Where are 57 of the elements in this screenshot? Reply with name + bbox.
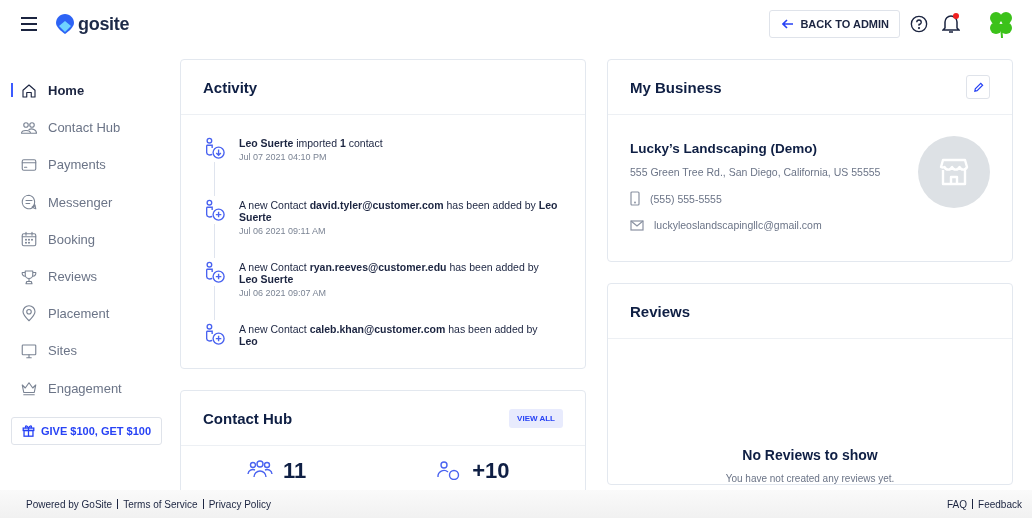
footer-link[interactable]: Terms of Service: [123, 498, 198, 510]
chat-icon: [20, 193, 38, 212]
view-all-button[interactable]: VIEW ALL: [509, 408, 563, 428]
business-email: luckyleoslandscapingllc@gmail.com: [654, 219, 822, 231]
crown-icon: [20, 379, 38, 398]
contact-activity-icon: [203, 137, 225, 159]
activity-time: Jul 06 2021 09:07 AM: [239, 288, 328, 298]
business-phone: (555) 555-5555: [650, 192, 722, 205]
stat-value: 11: [283, 460, 307, 482]
menu-icon[interactable]: [20, 17, 38, 31]
sidebar-item[interactable]: Reviews: [0, 257, 180, 296]
gift-icon: [22, 424, 35, 438]
sidebar-item[interactable]: Contact Hub: [0, 109, 180, 147]
sidebar-item[interactable]: Sites: [0, 332, 180, 370]
logo-icon: [56, 14, 74, 34]
business-name: Lucky’s Landscaping (Demo): [630, 141, 819, 156]
card-title: Contact Hub: [203, 409, 293, 427]
help-icon[interactable]: [910, 15, 928, 33]
footer-link[interactable]: Powered by GoSite: [26, 498, 113, 510]
empty-message: You have not created any reviews yet.: [725, 473, 895, 484]
sidebar-item[interactable]: Home: [0, 72, 180, 110]
sidebar-item[interactable]: Booking: [0, 220, 180, 258]
sidebar-item[interactable]: Payments: [0, 146, 180, 184]
card-title: My Business: [630, 78, 722, 96]
arrow-left-icon: [782, 19, 795, 29]
activity-text: A new Contact caleb.khan@customer.com has been added by Leo: [239, 323, 539, 347]
back-to-admin-button[interactable]: BACK TO ADMIN: [769, 10, 900, 38]
people-icon: [247, 460, 273, 480]
footer-link[interactable]: FAQ: [947, 498, 968, 510]
notification-bell-icon[interactable]: [942, 14, 960, 34]
calendar-icon: [20, 230, 38, 249]
trophy-icon: [20, 267, 38, 286]
referral-button[interactable]: GIVE $100, GET $100: [11, 416, 163, 445]
phone-icon: [630, 191, 640, 206]
sidebar-item[interactable]: Messenger: [0, 183, 180, 221]
contact-activity-icon: [203, 199, 225, 221]
footer-link[interactable]: Feedback: [978, 498, 1022, 510]
mail-icon: [630, 219, 644, 231]
contact-activity-icon: [203, 261, 225, 283]
brand-name: gosite: [78, 13, 130, 35]
activity-time: Jul 06 2021 09:11 AM: [239, 226, 327, 236]
sidebar-item[interactable]: Placement: [0, 295, 180, 333]
sidebar-item[interactable]: Engagement: [0, 369, 180, 407]
activity-text: A new Contact ryan.reeves@customer.edu has been added by Leo Suerte: [239, 261, 540, 285]
activity-time: Jul 07 2021 04:10 PM: [239, 152, 328, 162]
business-address: 555 Green Tree Rd., San Diego, California, US 55555: [630, 166, 881, 178]
empty-title: No Reviews to show: [742, 447, 878, 463]
edit-icon[interactable]: [966, 75, 990, 99]
activity-text: A new Contact david.tyler@customer.com has been added by Leo Suerte: [239, 199, 559, 223]
activity-text: Leo Suerte imported 1 contact: [239, 137, 384, 149]
card-title: Activity: [203, 78, 258, 96]
pin-icon: [20, 304, 38, 323]
card-title: Reviews: [630, 302, 691, 320]
contact-activity-icon: [203, 323, 225, 345]
stat-value: +10: [472, 460, 510, 482]
monitor-icon: [20, 341, 38, 360]
footer-link[interactable]: Privacy Policy: [208, 498, 271, 510]
